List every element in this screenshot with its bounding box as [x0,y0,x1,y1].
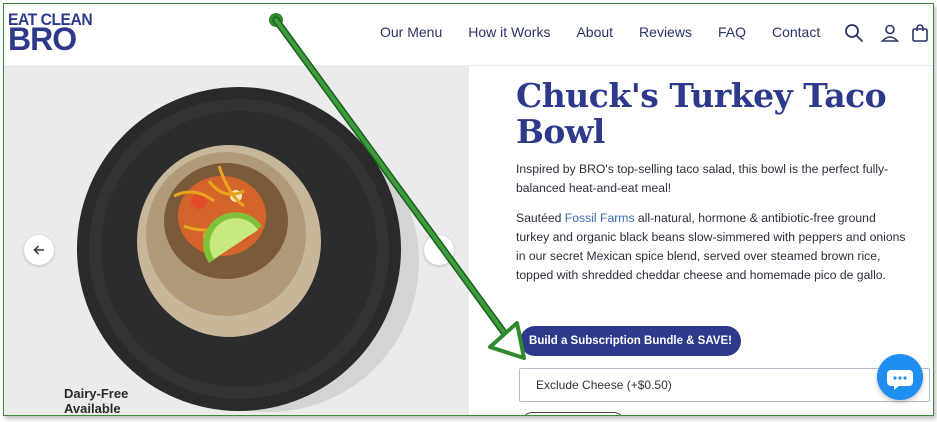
fossil-farms-link[interactable]: Fossil Farms [565,211,635,225]
account-icon[interactable] [880,23,900,43]
logo[interactable]: EAT CLEAN BRO [8,10,98,56]
product-image-gallery[interactable]: Dairy-Free Available [4,66,469,416]
nav-our-menu[interactable]: Our Menu [380,24,442,40]
exclude-cheese-option[interactable]: Exclude Cheese (+$0.50) [519,368,930,402]
subscription-bundle-button[interactable]: Build a Subscription Bundle & SAVE! [520,326,741,356]
badge-line2: Available [64,401,121,416]
product-description: Sautéed Fossil Farms all-natural, hormon… [516,209,911,285]
product-photo [77,87,419,412]
desc-text: Sautéed [516,211,565,225]
browser-frame: EAT CLEAN BRO Our Menu How it Works Abou… [3,3,934,416]
cart-icon[interactable] [910,23,930,43]
arrow-left-icon [33,245,44,255]
option-pill[interactable] [522,412,624,415]
nav-about[interactable]: About [576,24,613,40]
search-icon[interactable] [844,23,864,43]
badge-line1: Dairy-Free [64,386,129,401]
nav-reviews[interactable]: Reviews [639,24,692,40]
gallery-prev-button[interactable] [24,235,54,265]
chat-icon [887,370,913,390]
product-title: Chuck's Turkey Taco Bowl [516,76,887,151]
nav-faq[interactable]: FAQ [718,24,746,40]
site-header: EAT CLEAN BRO Our Menu How it Works Abou… [4,4,933,66]
nav-how-it-works[interactable]: How it Works [468,24,550,40]
chat-button[interactable] [877,354,923,400]
logo-line2: BRO [8,21,77,57]
gallery-next-button[interactable] [424,235,454,265]
nav-contact[interactable]: Contact [772,24,820,40]
dairy-free-badge: Dairy-Free Available [64,386,129,416]
main-nav: Our Menu How it Works About Reviews FAQ … [380,24,846,40]
product-intro: Inspired by BRO's top-selling taco salad… [516,162,889,195]
